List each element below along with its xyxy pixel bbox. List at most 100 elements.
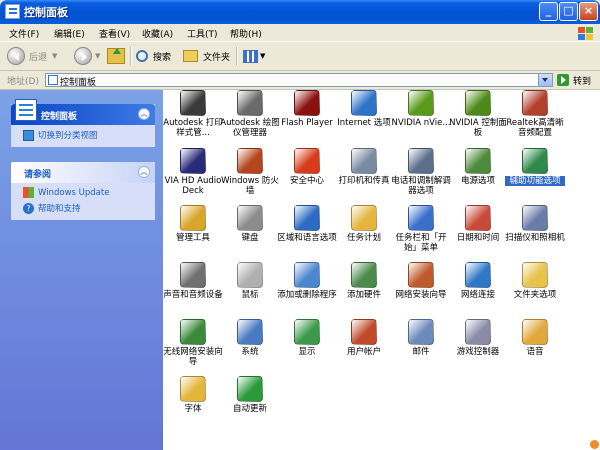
title-bar[interactable]: 控制面板 _ □ × [0, 0, 600, 24]
control-panel-item-label: 语音 [526, 347, 544, 357]
control-panel-item[interactable]: 无线网络安装向导 [163, 319, 223, 367]
sound-icon [180, 262, 206, 288]
address-input[interactable]: 控制面板 [45, 73, 553, 88]
control-panel-item[interactable]: 电话和调制解调器选项 [391, 148, 451, 196]
forward-button[interactable]: ▼ [74, 46, 100, 66]
control-panel-item[interactable]: 日期和时间 [448, 205, 508, 243]
window-title: 控制面板 [24, 6, 68, 19]
menu-view[interactable]: 查看(V) [99, 27, 130, 40]
firewall-icon [237, 148, 263, 174]
search-button[interactable]: 搜索 [136, 46, 171, 66]
control-panel-item[interactable]: NVIDIA 控制面板 [448, 90, 508, 138]
control-panel-item-label: 网络连接 [460, 290, 495, 300]
control-panel-item-label: 添加硬件 [346, 290, 381, 300]
add-remove-icon [294, 262, 320, 288]
menu-file[interactable]: 文件(F) [9, 27, 39, 40]
category-view-icon [23, 129, 34, 141]
control-panel-section-header[interactable]: 控制面板 ︽ [11, 99, 155, 125]
see-also-section-header[interactable]: 请参阅 ︽ [11, 162, 155, 183]
control-panel-item-label: 日期和时间 [456, 233, 500, 243]
control-panel-item[interactable]: 文件夹选项 [505, 262, 565, 300]
control-panel-item[interactable]: Realtek高清晰音频配置 [505, 90, 565, 138]
control-panel-small-icon [48, 75, 58, 85]
control-panel-item[interactable]: 网络连接 [448, 262, 508, 300]
control-panel-item[interactable]: 打印机和传真 [334, 148, 394, 186]
control-panel-item-label: 任务计划 [346, 233, 381, 243]
control-panel-item-label: 电源选项 [460, 176, 495, 186]
control-panel-item-label: 用户帐户 [346, 347, 381, 357]
go-arrow-icon [557, 74, 569, 86]
control-panel-item[interactable]: VIA HD Audio Deck [163, 148, 223, 196]
up-folder-button[interactable] [107, 46, 125, 66]
control-panel-item[interactable]: 区域和语言选项 [277, 205, 337, 243]
address-label: 地址(D) [7, 77, 39, 87]
control-panel-item-label: 邮件 [412, 347, 430, 357]
control-panel-item-label: 游戏控制器 [456, 347, 500, 357]
address-dropdown-button[interactable] [538, 74, 552, 86]
control-panel-item[interactable]: 语音 [505, 319, 565, 357]
views-button[interactable]: ▼ [243, 46, 265, 66]
control-panel-item[interactable]: 声音和音频设备 [163, 262, 223, 300]
control-panel-item[interactable]: 辅助功能选项 [505, 148, 565, 186]
control-panel-item-label: NVIDIA nVie... [391, 118, 451, 128]
control-panel-item[interactable]: 电源选项 [448, 148, 508, 186]
folders-button[interactable]: 文件夹 [183, 46, 230, 66]
control-panel-item[interactable]: Autodesk 打印样式管... [163, 90, 223, 138]
menu-edit[interactable]: 编辑(E) [54, 27, 85, 40]
switch-to-category-view-link[interactable]: 切换到分类视图 [23, 129, 98, 141]
control-panel-item[interactable]: Windows 防火墙 [220, 148, 280, 196]
control-panel-item[interactable]: 字体 [163, 376, 223, 414]
control-panel-item[interactable]: 系统 [220, 319, 280, 357]
control-panel-item-label: 电话和调制解调器选项 [391, 176, 451, 196]
control-panel-item-label: VIA HD Audio Deck [164, 176, 222, 196]
control-panel-item[interactable]: Flash Player [277, 90, 337, 128]
control-panel-item[interactable]: NVIDIA nVie... [391, 90, 451, 128]
forward-arrow-icon [74, 47, 92, 65]
control-panel-item[interactable]: 扫描仪和照相机 [505, 205, 565, 243]
control-panel-item[interactable]: 网络安装向导 [391, 262, 451, 300]
control-panel-item-label: 区域和语言选项 [277, 233, 337, 243]
admin-tools-icon [180, 205, 206, 231]
control-panel-item[interactable]: 游戏控制器 [448, 319, 508, 357]
control-panel-item-label: 声音和音频设备 [163, 290, 223, 300]
control-panel-item[interactable]: 邮件 [391, 319, 451, 357]
accessibility-icon [522, 148, 548, 174]
internet-options-icon [351, 90, 377, 116]
wireless-icon [180, 319, 206, 345]
control-panel-item-label: Autodesk 绘图仪管理器 [220, 118, 280, 138]
control-panel-item[interactable]: 鼠标 [220, 262, 280, 300]
menu-help[interactable]: 帮助(H) [230, 27, 262, 40]
address-bar: 地址(D) 控制面板 转到 [0, 71, 600, 90]
menu-favorites[interactable]: 收藏(A) [142, 27, 173, 40]
control-panel-item[interactable]: 显示 [277, 319, 337, 357]
maximize-button[interactable]: □ [559, 2, 578, 21]
control-panel-item[interactable]: 任务栏和「开始」菜单 [391, 205, 451, 253]
control-panel-item[interactable]: 键盘 [220, 205, 280, 243]
control-panel-item[interactable]: 自动更新 [220, 376, 280, 414]
control-panel-item-label: 安全中心 [289, 176, 324, 186]
control-panel-item[interactable]: 安全中心 [277, 148, 337, 186]
close-button[interactable]: × [579, 2, 598, 21]
clock-icon [465, 205, 491, 231]
control-panel-item[interactable]: 用户帐户 [334, 319, 394, 357]
go-button[interactable]: 转到 [557, 73, 597, 87]
control-panel-item[interactable]: 添加或删除程序 [277, 262, 337, 300]
back-button[interactable]: 后退 ▼ [7, 46, 57, 66]
collapse-icon[interactable]: ︽ [138, 108, 150, 120]
control-panel-item-label: 文件夹选项 [513, 290, 557, 300]
mail-icon [408, 319, 434, 345]
network-wizard-icon [408, 262, 434, 288]
control-panel-item[interactable]: Internet 选项 [334, 90, 394, 128]
control-panel-item[interactable]: 任务计划 [334, 205, 394, 243]
collapse-icon[interactable]: ︽ [138, 166, 150, 178]
control-panel-items: Autodesk 打印样式管... Autodesk 绘图仪管理器 Flash Pl… [163, 90, 600, 450]
control-panel-item[interactable]: Autodesk 绘图仪管理器 [220, 90, 280, 138]
menu-tools[interactable]: 工具(T) [187, 27, 218, 40]
network-icon [465, 262, 491, 288]
control-panel-item-label: 键盘 [241, 233, 259, 243]
minimize-button[interactable]: _ [539, 2, 558, 21]
windows-update-link[interactable]: Windows Update [23, 187, 109, 198]
help-and-support-link[interactable]: ? 帮助和支持 [23, 202, 81, 214]
control-panel-item[interactable]: 添加硬件 [334, 262, 394, 300]
control-panel-item[interactable]: 管理工具 [163, 205, 223, 243]
